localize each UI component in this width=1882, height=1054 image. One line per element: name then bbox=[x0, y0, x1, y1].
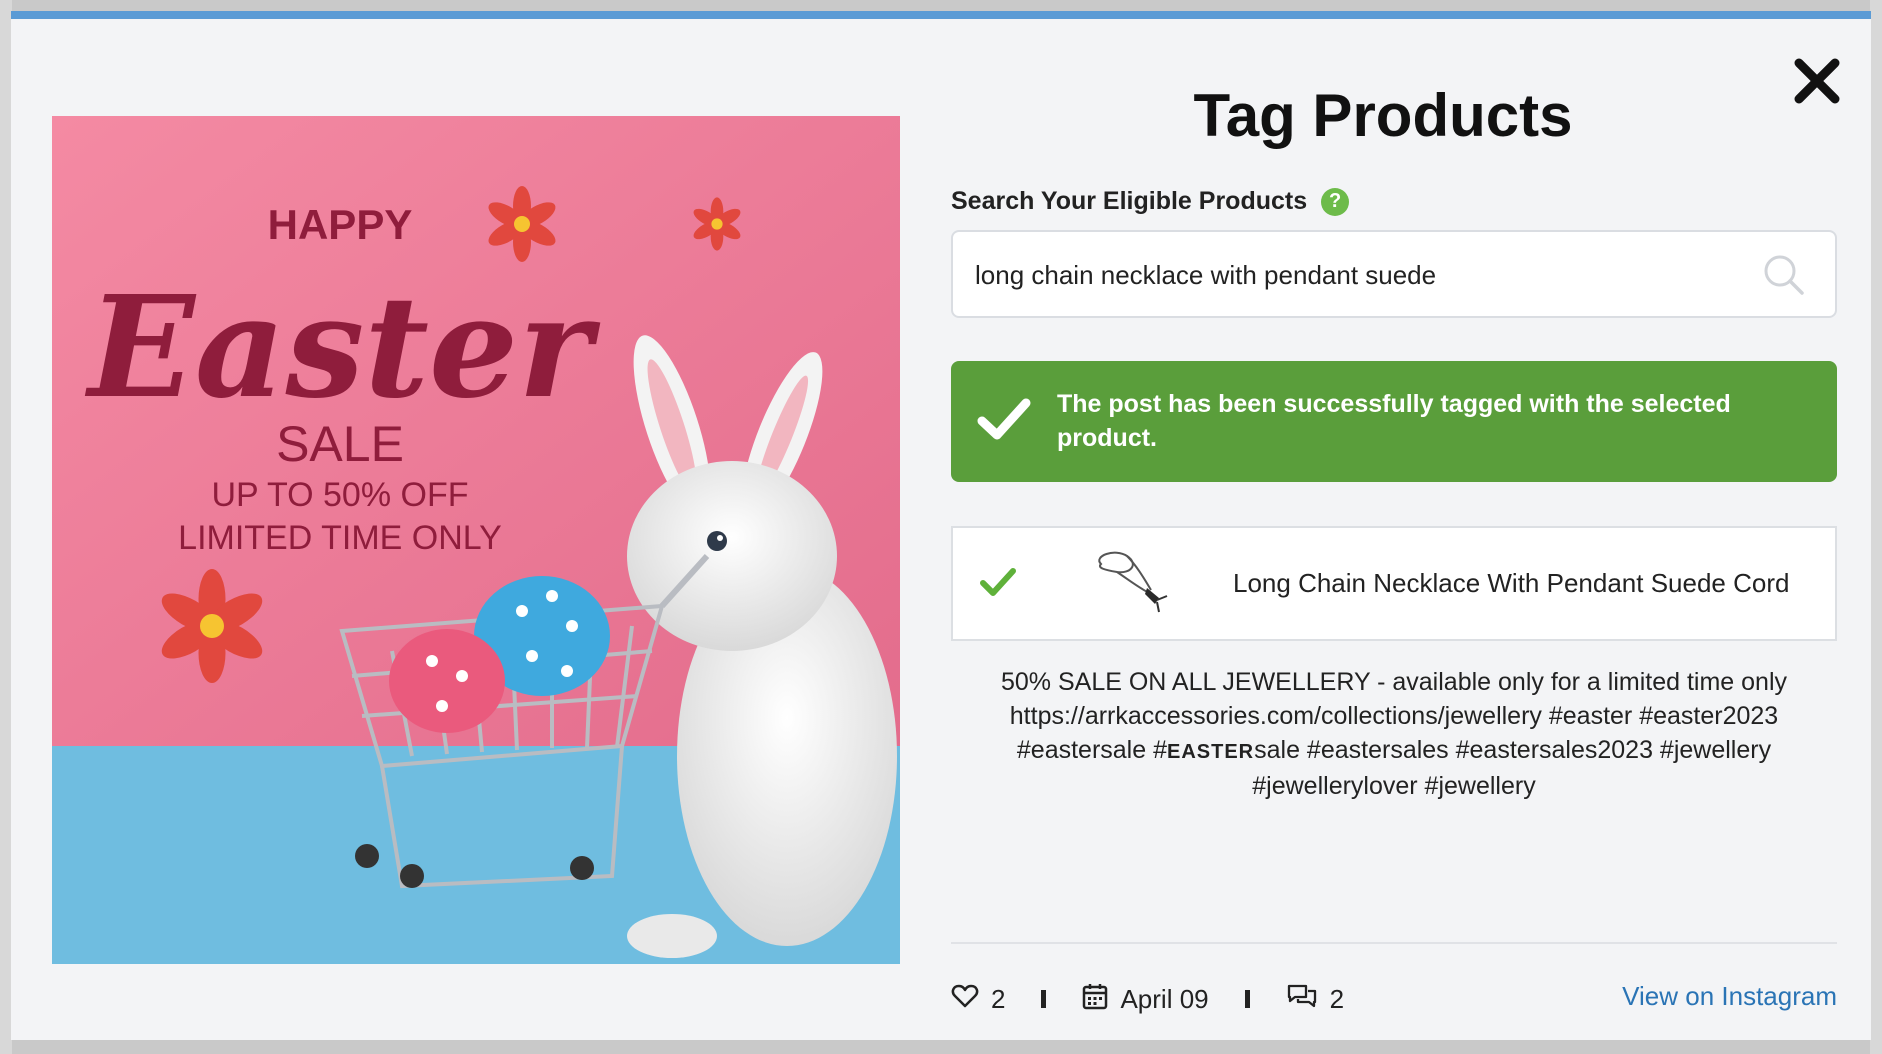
heart-icon bbox=[951, 983, 979, 1016]
view-on-instagram-link[interactable]: View on Instagram bbox=[1622, 981, 1837, 1012]
post-caption: 50% SALE ON ALL JEWELLERY - available on… bbox=[951, 665, 1837, 803]
necklace-thumbnail bbox=[1087, 546, 1173, 623]
cart-wheel bbox=[355, 844, 379, 868]
post-image: HAPPY Easter SALE UP TO 50% OFF LIMITED … bbox=[52, 116, 900, 964]
success-message: The post has been successfully tagged wi… bbox=[1057, 390, 1731, 452]
pink-egg bbox=[389, 629, 505, 733]
caption-part: sale #eastersales #eastersales2023 #jewe… bbox=[1254, 736, 1772, 764]
search-box[interactable] bbox=[951, 230, 1837, 318]
post-stats: 2 April 09 2 bbox=[951, 979, 1344, 1019]
success-banner: The post has been successfully tagged wi… bbox=[951, 361, 1837, 482]
date-stat: April 09 bbox=[1082, 982, 1209, 1017]
poster-happy-text: HAPPY bbox=[268, 201, 413, 248]
search-label: Search Your Eligible Products ? bbox=[951, 187, 1350, 216]
search-label-text: Search Your Eligible Products bbox=[951, 187, 1308, 215]
caption-part: #eastersale # bbox=[1016, 736, 1167, 764]
stat-separator bbox=[1244, 990, 1250, 1008]
caption-line: 50% SALE ON ALL JEWELLERY - available on… bbox=[1000, 668, 1788, 696]
comments-stat: 2 bbox=[1286, 982, 1344, 1017]
tag-products-modal: HAPPY Easter SALE UP TO 50% OFF LIMITED … bbox=[11, 11, 1871, 1040]
comments-icon bbox=[1286, 982, 1318, 1017]
likes-stat: 2 bbox=[951, 983, 1005, 1016]
checkmark-icon bbox=[977, 397, 1031, 446]
search-icon[interactable] bbox=[1763, 254, 1805, 301]
help-icon[interactable]: ? bbox=[1321, 187, 1350, 216]
tag-panel: Tag Products Search Your Eligible Produc… bbox=[939, 19, 1837, 1040]
stat-separator bbox=[1041, 990, 1047, 1008]
caption-line: #eastersale #EASTERsale #eastersales #ea… bbox=[951, 733, 1837, 769]
poster-offer-text: UP TO 50% OFF bbox=[212, 476, 469, 514]
poster-easter-text: Easter bbox=[84, 266, 601, 430]
caption-part-smallcaps: EASTER bbox=[1167, 741, 1255, 763]
caption-line: https://arrkaccessories.com/collections/… bbox=[1009, 702, 1779, 730]
backdrop-right bbox=[1870, 0, 1882, 1054]
caption-line: #jewellerylover #jewellery bbox=[1252, 772, 1536, 800]
post-date: April 09 bbox=[1120, 983, 1209, 1014]
divider bbox=[951, 942, 1837, 944]
tagged-product-row[interactable]: Long Chain Necklace With Pendant Suede C… bbox=[951, 526, 1837, 641]
poster-limited-text: LIMITED TIME ONLY bbox=[178, 519, 502, 557]
comments-count: 2 bbox=[1329, 983, 1345, 1014]
product-name: Long Chain Necklace With Pendant Suede C… bbox=[1233, 568, 1790, 598]
search-input[interactable] bbox=[973, 232, 1757, 318]
poster-sale-text: SALE bbox=[276, 416, 404, 472]
calendar-icon bbox=[1082, 982, 1108, 1017]
selected-check-icon[interactable] bbox=[979, 566, 1017, 603]
modal-title: Tag Products bbox=[1193, 82, 1573, 149]
likes-count: 2 bbox=[991, 983, 1006, 1014]
